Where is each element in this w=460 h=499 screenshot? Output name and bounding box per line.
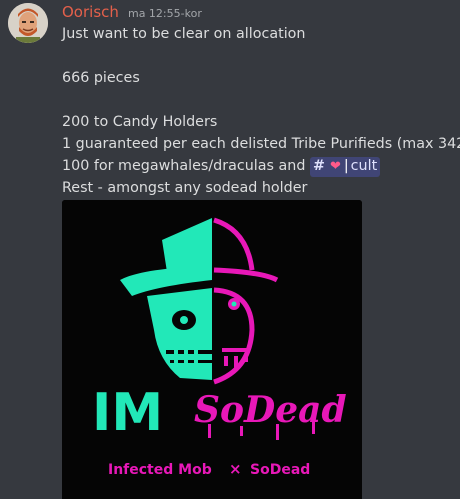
message-line: Rest - amongst any sodead holder [62, 180, 308, 196]
caption-infected-mob: Infected Mob [108, 462, 212, 478]
message-line: 666 pieces [62, 70, 140, 86]
channel-name: cult [350, 158, 378, 174]
chat-message: Oorisch ma 12:55-kor Just want to be cle… [0, 0, 460, 499]
avatar-illustration [8, 3, 48, 43]
message-line: Just want to be clear on allocation [62, 26, 306, 42]
channel-hash-icon: # [312, 158, 325, 174]
message-content: Just want to be clear on allocation 666 … [62, 23, 460, 199]
attached-image[interactable]: IM SoDead Infected Mob × SoDead [62, 200, 362, 499]
message-line-text: 100 for megawhales/draculas and [62, 158, 306, 174]
message-line-blank [62, 45, 454, 67]
message-line-blank [62, 89, 454, 111]
caption-sodead: SoDead [250, 462, 310, 478]
message-line: 1 guaranteed per each delisted Tribe Pur… [62, 136, 460, 152]
title-sodead: SoDead [194, 389, 347, 431]
avatar[interactable] [8, 3, 48, 43]
timestamp[interactable]: ma 12:55-kor [128, 7, 202, 20]
caption-cross: × [229, 460, 242, 478]
title-im: IM [92, 383, 163, 443]
heart-on-fire-icon: ❤ [329, 159, 341, 174]
message-line: 200 to Candy Holders [62, 114, 218, 130]
message-header: Oorisch ma 12:55-kor [62, 2, 202, 21]
username[interactable]: Oorisch [62, 3, 119, 21]
message-line-with-mention: 100 for megawhales/draculas and # ❤ | cult [62, 155, 454, 177]
im-sodead-artwork: IM SoDead Infected Mob × SoDead [62, 200, 362, 499]
channel-mention-cult[interactable]: # ❤ | cult [309, 157, 381, 177]
mention-separator: | [343, 158, 349, 174]
